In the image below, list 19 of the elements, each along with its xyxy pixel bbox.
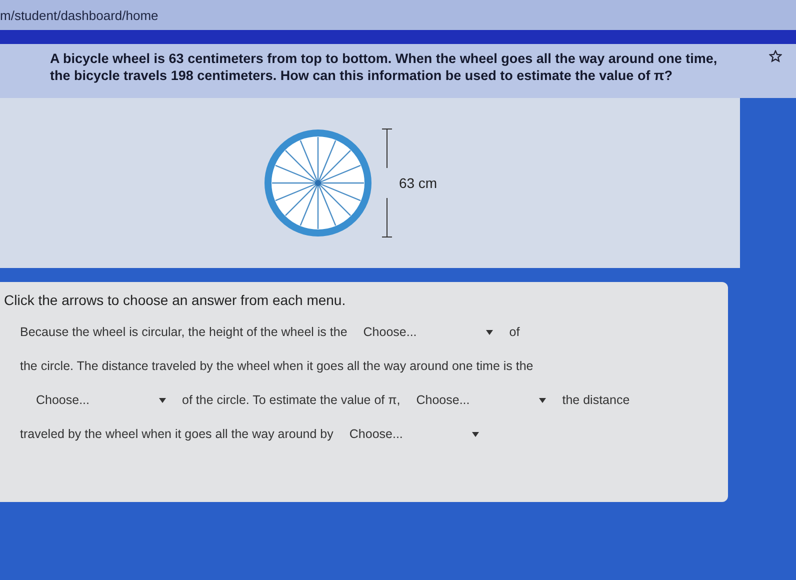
answer-text: traveled by the wheel when it goes all the way around by	[20, 427, 334, 441]
answer-dropdown[interactable]: Choose...	[30, 389, 172, 411]
bookmark-star-icon[interactable]	[769, 50, 782, 63]
answer-text: the distance	[562, 393, 630, 407]
answer-text: of the circle. To estimate the value of π,	[182, 393, 400, 407]
answer-text: Because the wheel is circular, the height of the wheel is the	[20, 325, 348, 339]
address-bar-url[interactable]: m/student/dashboard/home	[0, 8, 158, 22]
answer-text: of	[509, 325, 520, 339]
caret-icon	[486, 330, 494, 334]
measurement-label: 63 cm	[398, 175, 438, 191]
caret-icon	[539, 398, 546, 402]
answer-text: the circle. The distance traveled by the wheel when it goes all the way around one time is the	[20, 359, 534, 373]
answer-dropdown[interactable]: Choose...	[343, 423, 486, 445]
caret-icon	[472, 432, 480, 436]
instructions-text: Click the arrows to choose an answer from each menu.	[4, 292, 347, 308]
question-text: A bicycle wheel is 63 centimeters from top to bottom. When the wheel goes all the way around one time, the bicycle travels 198 centimeters. How can this information be used to estimate the value of π?	[50, 50, 718, 84]
caret-icon	[159, 398, 166, 402]
answer-dropdown[interactable]: Choose...	[410, 389, 552, 411]
answer-dropdown[interactable]: Choose...	[357, 321, 500, 343]
